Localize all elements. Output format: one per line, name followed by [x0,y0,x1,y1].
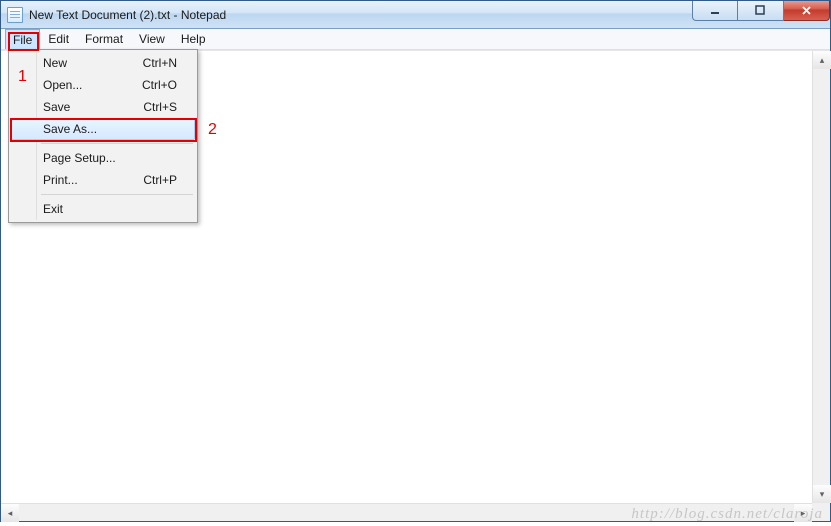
menu-item-exit[interactable]: Exit [11,198,195,220]
menu-item-save-as[interactable]: Save As... [11,118,195,140]
scroll-left-button[interactable]: ◂ [1,504,19,522]
vscroll-track[interactable] [813,69,830,485]
menu-item-label: Exit [43,202,63,216]
menu-item-shortcut: Ctrl+S [143,100,177,114]
menu-item-page-setup[interactable]: Page Setup... [11,147,195,169]
menu-item-label: New [43,56,67,70]
menu-separator [41,194,193,195]
menu-item-open[interactable]: Open... Ctrl+O [11,74,195,96]
maximize-icon [755,5,766,16]
menu-item-save[interactable]: Save Ctrl+S [11,96,195,118]
vertical-scrollbar[interactable]: ▴ ▾ [812,51,830,503]
menu-item-label: Page Setup... [43,151,116,165]
menu-item-label: Save As... [43,122,97,136]
menu-help[interactable]: Help [173,29,214,49]
menu-edit[interactable]: Edit [40,29,77,49]
menubar: File Edit Format View Help [1,29,830,50]
minimize-icon [710,5,721,16]
close-button[interactable] [784,1,830,21]
scroll-right-button[interactable]: ▸ [794,504,812,522]
menu-item-shortcut: Ctrl+P [143,173,177,187]
menu-view[interactable]: View [131,29,173,49]
menu-item-print[interactable]: Print... Ctrl+P [11,169,195,191]
minimize-button[interactable] [692,1,738,21]
horizontal-scrollbar[interactable]: ◂ ▸ [1,503,812,521]
notepad-icon [7,7,23,23]
titlebar[interactable]: New Text Document (2).txt - Notepad [1,1,830,29]
scroll-up-button[interactable]: ▴ [813,51,831,69]
menu-file[interactable]: File [5,29,40,49]
scroll-corner [812,503,830,521]
maximize-button[interactable] [738,1,784,21]
menu-item-label: Save [43,100,70,114]
title-left: New Text Document (2).txt - Notepad [7,7,226,23]
menu-item-shortcut: Ctrl+N [143,56,177,70]
menu-format[interactable]: Format [77,29,131,49]
menu-item-label: Open... [43,78,82,92]
close-icon [801,5,812,16]
menu-separator [41,143,193,144]
window-controls [692,1,830,28]
menu-item-shortcut: Ctrl+O [142,78,177,92]
hscroll-track[interactable] [19,504,794,521]
file-menu-dropdown: New Ctrl+N Open... Ctrl+O Save Ctrl+S Sa… [8,49,198,223]
window-title: New Text Document (2).txt - Notepad [29,8,226,22]
menu-item-label: Print... [43,173,78,187]
menu-item-new[interactable]: New Ctrl+N [11,52,195,74]
scroll-down-button[interactable]: ▾ [813,485,831,503]
